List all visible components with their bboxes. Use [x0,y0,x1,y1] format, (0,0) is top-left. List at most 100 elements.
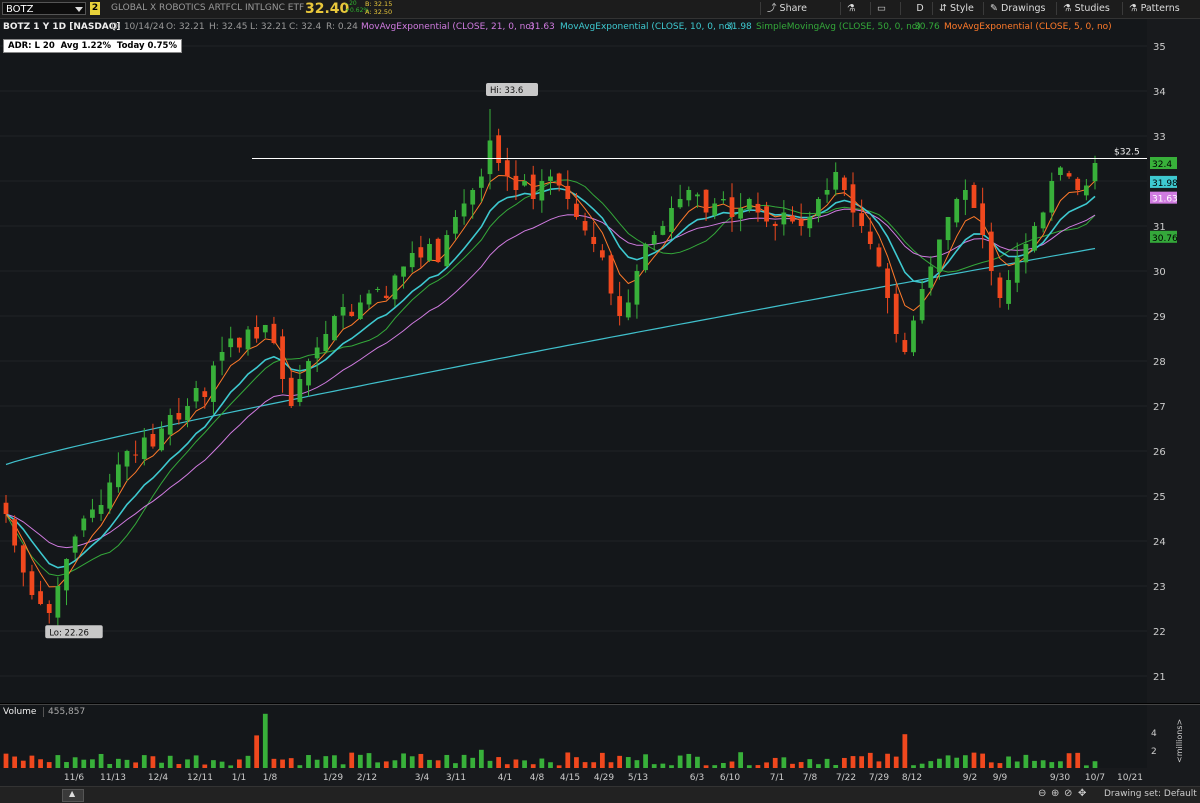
share-button[interactable]: ⤴ Share [760,2,807,15]
candle-body-71 [617,296,623,316]
candle-body-3 [29,571,35,595]
volume-bar-118 [1023,754,1029,769]
candle-body-66 [574,203,579,217]
candle-body-1 [12,519,18,546]
symbol-selector[interactable]: BOTZ [2,2,86,15]
candle-body-20 [176,413,182,420]
price-grid [0,45,1147,677]
candle-body-112 [971,184,977,208]
candle-body-50 [435,238,441,262]
patterns-icon: ⚗ [1129,3,1138,14]
bid-ask: B: 32.15 A: 32.50 [365,0,392,16]
adr-box: ADR: L 20 Avg 1.22% Today 0.75% [3,39,182,53]
study-ema21-label[interactable]: MovAvgExponential (CLOSE, 21, 0, no) [361,22,534,32]
x-tick-label-13: 4/29 [594,773,614,783]
price-chart[interactable]: $32.5 Hi: 33.6 Lo: 22.26 BOTZ 1 Y 1D [NAS… [0,19,1147,703]
link-badge[interactable]: 2 [90,2,100,15]
candle-body-27 [236,337,242,348]
candle-body-122 [1058,167,1063,176]
zoom-out-icon[interactable]: ⊖ [1038,788,1046,799]
study-sma50-label[interactable]: SimpleMovingAvg (CLOSE, 50, 0, no) [756,22,921,32]
candle-body-103 [893,293,899,334]
study-ema10-value: 31.98 [726,22,752,32]
candle-body-99 [859,213,865,226]
patterns-button[interactable]: ⚗ Patterns [1122,2,1180,15]
chevron-down-icon[interactable] [75,7,83,12]
ema10-layer [5,187,1096,569]
drawings-button[interactable]: ✎ Drawings [983,2,1045,15]
last-price: 32.40 [305,1,350,17]
price-axis[interactable]: 21222324252627282930313233343532.431.983… [1147,19,1200,703]
quote-range: R: 0.24 [326,22,358,32]
y-tick-label-30: 30 [1153,267,1166,278]
y-tick-label-27: 27 [1153,402,1166,413]
volume-axis-tick-4: 4 [1151,729,1157,739]
y-tick-label-33: 33 [1153,132,1166,143]
volume-bar-11 [98,753,104,769]
flask-button[interactable]: ⚗ [840,2,856,15]
candle-body-60 [522,181,527,186]
study-ema21-value: 31.63 [529,22,555,32]
x-tick-label-20: 7/29 [869,773,889,783]
timeframe-label: D [916,3,924,14]
style-button[interactable]: ⇵ Style [932,2,974,15]
candle-body-113 [980,203,986,235]
volume-axis-tick-2: 2 [1151,747,1157,757]
candle-body-58 [504,160,510,177]
scroll-up-icon: ▲ [69,789,76,798]
volume-axis-unit: <millions> [1175,718,1184,763]
style-icon: ⇵ [939,3,947,14]
candle-body-28 [245,329,251,350]
timeframe-button[interactable]: D [900,2,933,15]
y-tick-label-34: 34 [1153,87,1166,98]
share-button-label: Share [779,3,807,14]
zoom-in-icon[interactable]: ⊕ [1051,788,1059,799]
candle-body-41 [357,302,363,319]
zoom-reset-icon[interactable]: ⊘ [1064,788,1072,799]
study-ema10-label[interactable]: MovAvgExponential (CLOSE, 10, 0, no) [560,22,733,32]
candle-body-55 [478,176,484,188]
candle-body-124 [1075,178,1081,190]
volume-bar-78 [677,755,683,769]
candle-body-14 [124,451,130,467]
candle-body-33 [288,377,294,406]
candle-body-78 [677,199,683,208]
candle-body-77 [669,208,674,232]
quote-date: D: 10/14/24 [111,22,165,32]
volume-bar-55 [478,749,484,769]
candle-body-65 [565,185,571,199]
drawing-set-label[interactable]: Drawing set: Default [1104,789,1197,799]
volume-bar-111 [962,755,968,769]
volume-pane[interactable]: Volume 455,857 [0,704,1147,769]
price-chart-svg[interactable]: $32.5 Hi: 33.6 Lo: 22.26 [0,19,1147,703]
candle-body-95 [824,190,830,195]
x-tick-label-14: 5/13 [628,773,648,783]
x-tick-label-9: 3/11 [446,773,466,783]
candle-body-75 [651,235,657,245]
annotation-label-1: Lo: 22.26 [49,628,89,638]
candle-body-108 [937,239,942,272]
volume-bar-29 [254,735,260,769]
candle-body-105 [911,320,916,353]
fullscreen-button[interactable]: ▭ [870,2,886,15]
candle-body-111 [962,190,968,200]
candle-body-120 [1040,212,1046,229]
style-button-label: Style [950,3,974,14]
studies-icon: ⚗ [1063,3,1072,14]
candle-body-97 [841,177,847,190]
volume-axis: 4 2 <millions> [1147,704,1200,769]
scroll-handle[interactable]: ▲ [62,789,84,802]
candle-body-89 [772,223,778,226]
candle-body-102 [885,268,890,298]
candle-body-9 [81,518,87,531]
candle-body-91 [790,215,795,222]
volume-bar-113 [980,753,986,769]
x-tick-label-5: 1/8 [263,773,278,783]
studies-button[interactable]: ⚗ Studies [1056,2,1110,15]
pan-icon[interactable]: ✥ [1078,788,1086,799]
study-ema5-label[interactable]: MovAvgExponential (CLOSE, 5, 0, no) [944,22,1112,32]
candle-body-53 [461,203,467,217]
volume-bar-42 [366,753,372,769]
fullscreen-icon: ▭ [877,3,886,14]
x-tick-label-25: 10/7 [1085,773,1105,783]
